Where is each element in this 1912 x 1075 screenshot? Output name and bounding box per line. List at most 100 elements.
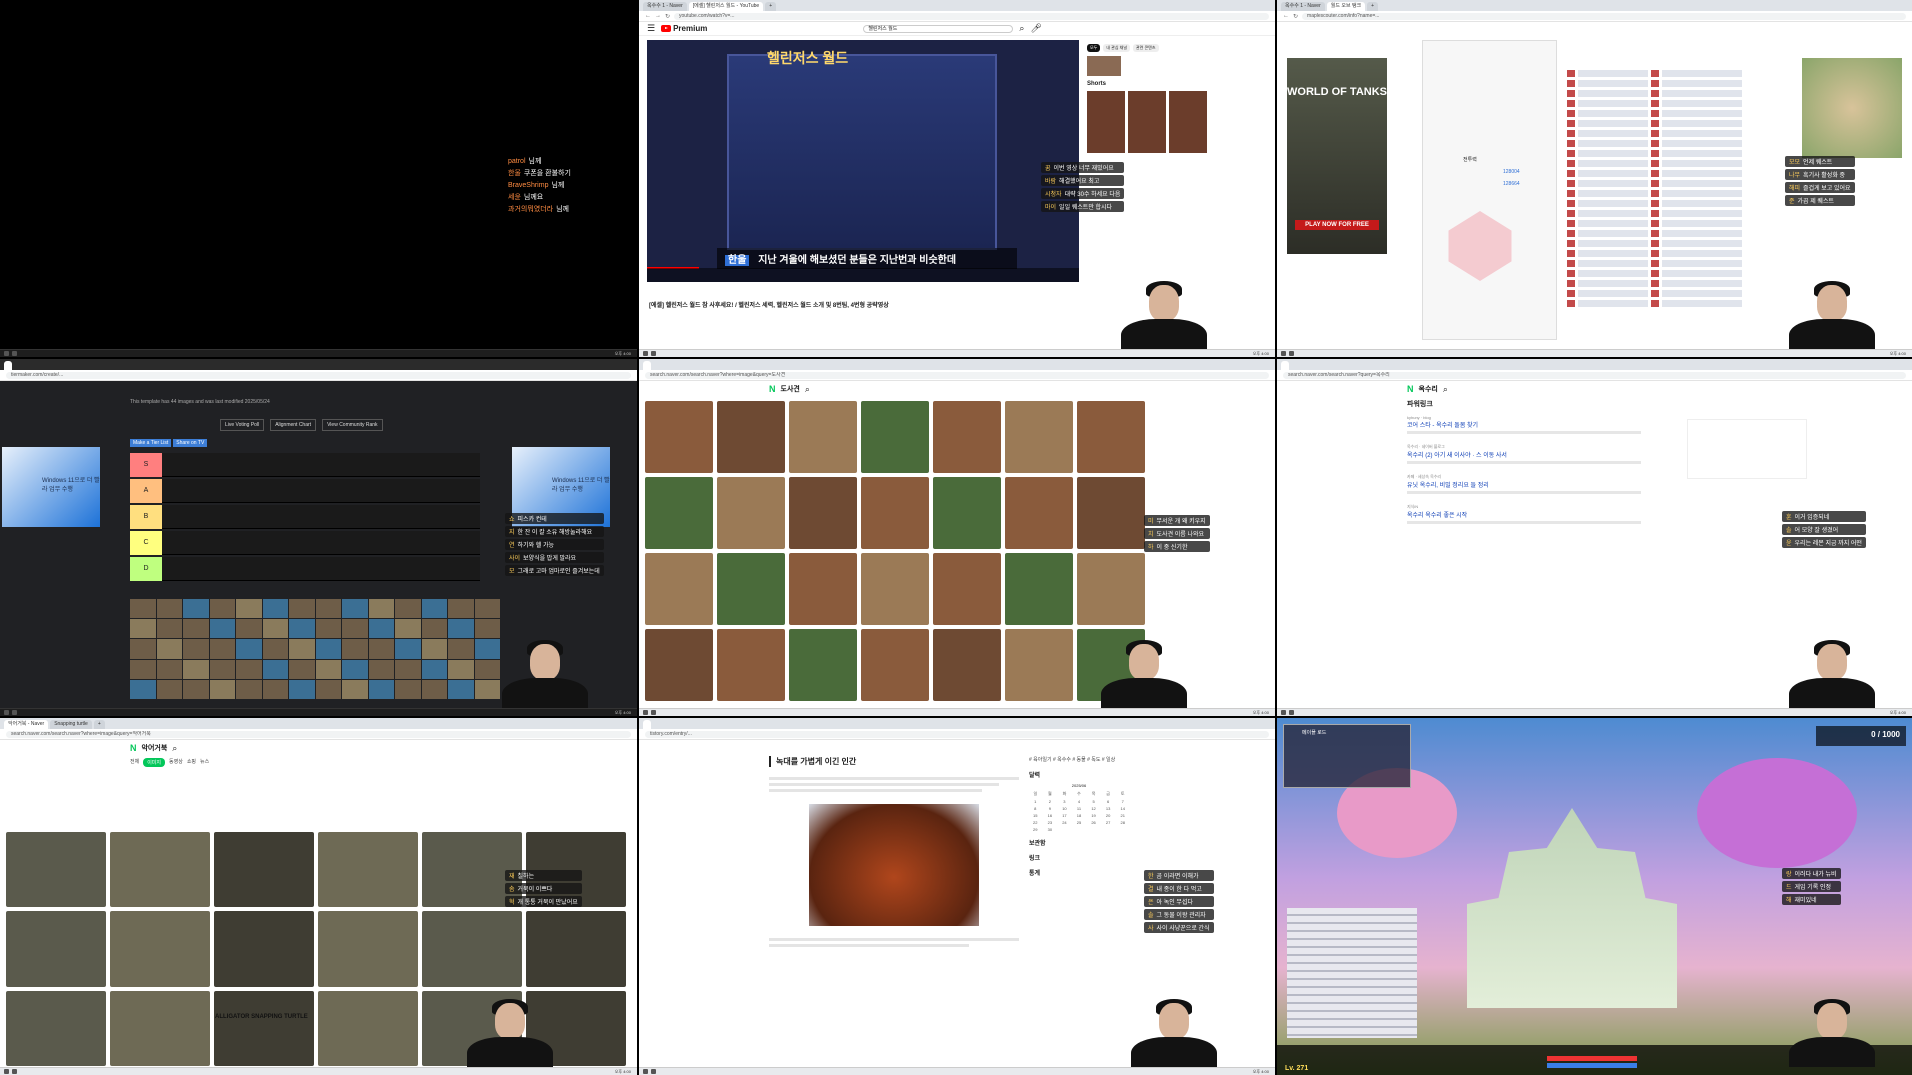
tier-image[interactable] — [236, 599, 262, 619]
calendar-day[interactable]: 10 — [1058, 806, 1071, 811]
image-result[interactable] — [861, 629, 929, 701]
equipment-row[interactable] — [1567, 120, 1787, 129]
search-icon[interactable]: ⌕ — [1019, 23, 1024, 34]
tier-image[interactable] — [156, 659, 182, 679]
start-icon[interactable] — [4, 1069, 9, 1074]
forward-icon[interactable]: → — [655, 13, 661, 19]
tier-image[interactable] — [262, 639, 288, 659]
search-icon[interactable]: ⌕ — [805, 384, 810, 395]
calendar-day[interactable]: 12 — [1087, 806, 1100, 811]
tier-image[interactable] — [448, 619, 474, 639]
image-result[interactable] — [789, 401, 857, 473]
url-field[interactable]: tiermaker.com/create/... — [6, 371, 631, 379]
tier-row[interactable]: S — [130, 453, 480, 477]
tier-row[interactable]: D — [130, 557, 480, 581]
tier-image[interactable] — [156, 599, 182, 619]
calendar-day[interactable]: 20 — [1102, 813, 1115, 818]
browser-tab-active[interactable] — [643, 361, 651, 370]
tier-image[interactable] — [262, 679, 288, 699]
calendar-day[interactable]: 22 — [1029, 820, 1042, 825]
live-voting-button[interactable]: Live Voting Poll — [220, 419, 265, 431]
equipment-row[interactable] — [1567, 260, 1787, 269]
result-title[interactable]: 옥수리 옥수리 좋은 시작 — [1407, 510, 1667, 519]
tier-image[interactable] — [183, 619, 209, 639]
tier-image[interactable] — [421, 679, 447, 699]
tier-image[interactable] — [395, 679, 421, 699]
tier-image[interactable] — [209, 659, 235, 679]
search-result[interactable]: 옥수리 · 네이버 블로그 옥수리 (2) 아기 새 이사야 · 스 이동 사서 — [1407, 444, 1667, 464]
search-icon[interactable]: ⌕ — [1443, 384, 1448, 395]
image-result[interactable] — [861, 401, 929, 473]
tier-image[interactable] — [130, 619, 156, 639]
alignment-chart-button[interactable]: Alignment Chart — [270, 419, 317, 431]
url-field[interactable]: search.naver.com/search.naver?where=imag… — [645, 371, 1269, 379]
calendar-day[interactable]: 26 — [1087, 820, 1100, 825]
naver-logo[interactable]: N — [769, 384, 776, 394]
calendar-day[interactable]: 23 — [1044, 820, 1057, 825]
search-query[interactable]: 옥수리 — [1419, 384, 1438, 394]
tier-image[interactable] — [209, 599, 235, 619]
browser-tab[interactable]: 옥수수 1 - Naver — [1281, 2, 1325, 11]
tier-image[interactable] — [130, 659, 156, 679]
chip-related[interactable]: 관련 콘텐츠 — [1133, 44, 1159, 52]
search-result[interactable]: kyhuny · blog 코어 스타 - 옥수리 돌봄 찾기 — [1407, 415, 1667, 434]
equipment-row[interactable] — [1567, 80, 1787, 89]
calendar-day[interactable]: 6 — [1102, 799, 1115, 804]
new-tab-button[interactable]: + — [1367, 2, 1379, 11]
image-result[interactable] — [318, 911, 418, 987]
image-result[interactable] — [645, 553, 713, 625]
image-result[interactable] — [1005, 629, 1073, 701]
tier-image[interactable] — [342, 599, 368, 619]
start-icon[interactable] — [643, 1069, 648, 1074]
tier-image[interactable] — [130, 639, 156, 659]
equipment-row[interactable] — [1567, 100, 1787, 109]
image-result[interactable] — [422, 911, 522, 987]
windows-ad-left[interactable]: Windows 11으로 더 빨라 업무 수행 — [2, 447, 100, 527]
calendar-day[interactable]: 14 — [1116, 806, 1129, 811]
image-result[interactable] — [214, 832, 314, 908]
tier-image[interactable] — [156, 619, 182, 639]
tier-image[interactable] — [183, 659, 209, 679]
image-result[interactable] — [6, 990, 106, 1066]
calendar-day[interactable]: 11 — [1073, 806, 1086, 811]
image-result[interactable] — [933, 477, 1001, 549]
chip-subscribed[interactable]: 내 관심 채널 — [1103, 44, 1130, 52]
tier-image[interactable] — [262, 599, 288, 619]
search-icon[interactable]: ⌕ — [172, 743, 177, 754]
image-result[interactable] — [645, 629, 713, 701]
chip-all[interactable]: 모두 — [1087, 44, 1101, 52]
image-result[interactable] — [318, 832, 418, 908]
short-thumbnail[interactable] — [1128, 91, 1166, 153]
tier-image[interactable] — [315, 679, 341, 699]
calendar-day[interactable]: 5 — [1087, 799, 1100, 804]
url-field[interactable]: maplescouter.com/info?name=... — [1302, 12, 1906, 20]
tier-image[interactable] — [289, 619, 315, 639]
ad-cta-button[interactable]: PLAY NOW FOR FREE — [1295, 220, 1379, 230]
tier-image[interactable] — [183, 679, 209, 699]
calendar-day[interactable]: 15 — [1029, 813, 1042, 818]
tier-image[interactable] — [183, 639, 209, 659]
equipment-row[interactable] — [1567, 200, 1787, 209]
image-result[interactable] — [789, 477, 857, 549]
tier-image[interactable] — [342, 639, 368, 659]
tier-image[interactable] — [342, 619, 368, 639]
tier-row[interactable]: B — [130, 505, 480, 529]
calendar-day[interactable]: 8 — [1029, 806, 1042, 811]
image-result[interactable] — [933, 553, 1001, 625]
filter-2[interactable]: 동영상 — [169, 758, 183, 767]
equipment-row[interactable] — [1567, 220, 1787, 229]
tier-image[interactable] — [315, 639, 341, 659]
browser-tab-active[interactable] — [643, 720, 651, 729]
new-tab-button[interactable]: + — [93, 720, 105, 729]
community-rank-button[interactable]: View Community Rank — [322, 419, 383, 431]
browser-tab-active[interactable]: 월드 오브 탱크 — [1326, 2, 1366, 11]
calendar-day[interactable]: 4 — [1073, 799, 1086, 804]
naver-logo[interactable]: N — [130, 743, 137, 753]
short-thumbnail[interactable] — [1169, 91, 1207, 153]
calendar-day[interactable]: 1 — [1029, 799, 1042, 804]
tier-image[interactable] — [421, 619, 447, 639]
equipment-row[interactable] — [1567, 210, 1787, 219]
start-icon[interactable] — [643, 351, 648, 356]
start-icon[interactable] — [4, 710, 9, 715]
equipment-row[interactable] — [1567, 160, 1787, 169]
